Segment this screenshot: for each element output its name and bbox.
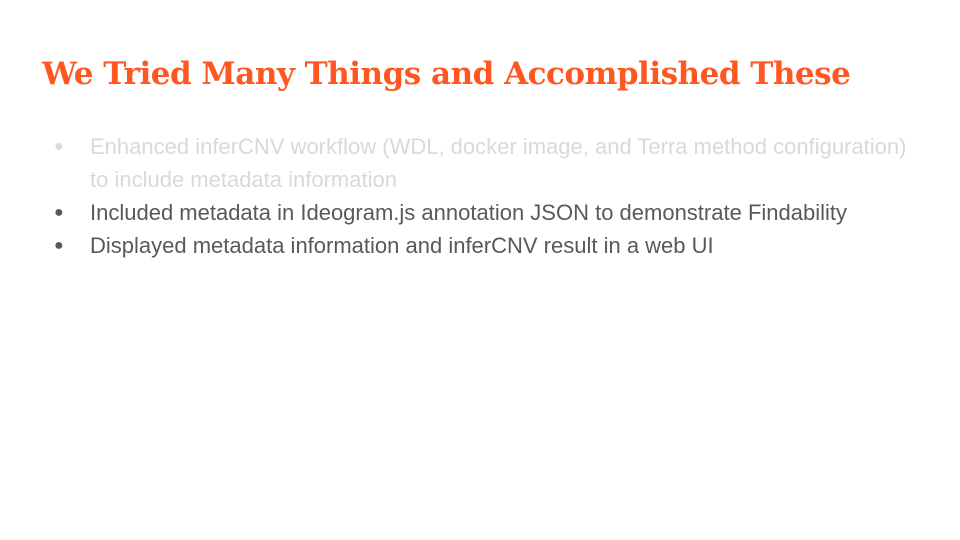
bullet-list: ● Enhanced inferCNV workflow (WDL, docke… bbox=[46, 130, 926, 262]
bullet-dot-icon: ● bbox=[54, 204, 64, 221]
slide-title: We Tried Many Things and Accomplished Th… bbox=[42, 56, 851, 92]
bullet-text: Included metadata in Ideogram.js annotat… bbox=[90, 200, 847, 225]
bullet-item-web-ui: ● Displayed metadata information and inf… bbox=[46, 229, 926, 262]
slide: We Tried Many Things and Accomplished Th… bbox=[0, 0, 960, 540]
bullet-dot-icon: ● bbox=[54, 138, 64, 155]
bullet-text: Enhanced inferCNV workflow (WDL, docker … bbox=[90, 134, 907, 192]
bullet-text: Displayed metadata information and infer… bbox=[90, 233, 714, 258]
bullet-dot-icon: ● bbox=[54, 237, 64, 254]
bullet-item-workflow: ● Enhanced inferCNV workflow (WDL, docke… bbox=[46, 130, 926, 196]
bullet-item-ideogram: ● Included metadata in Ideogram.js annot… bbox=[46, 196, 926, 229]
